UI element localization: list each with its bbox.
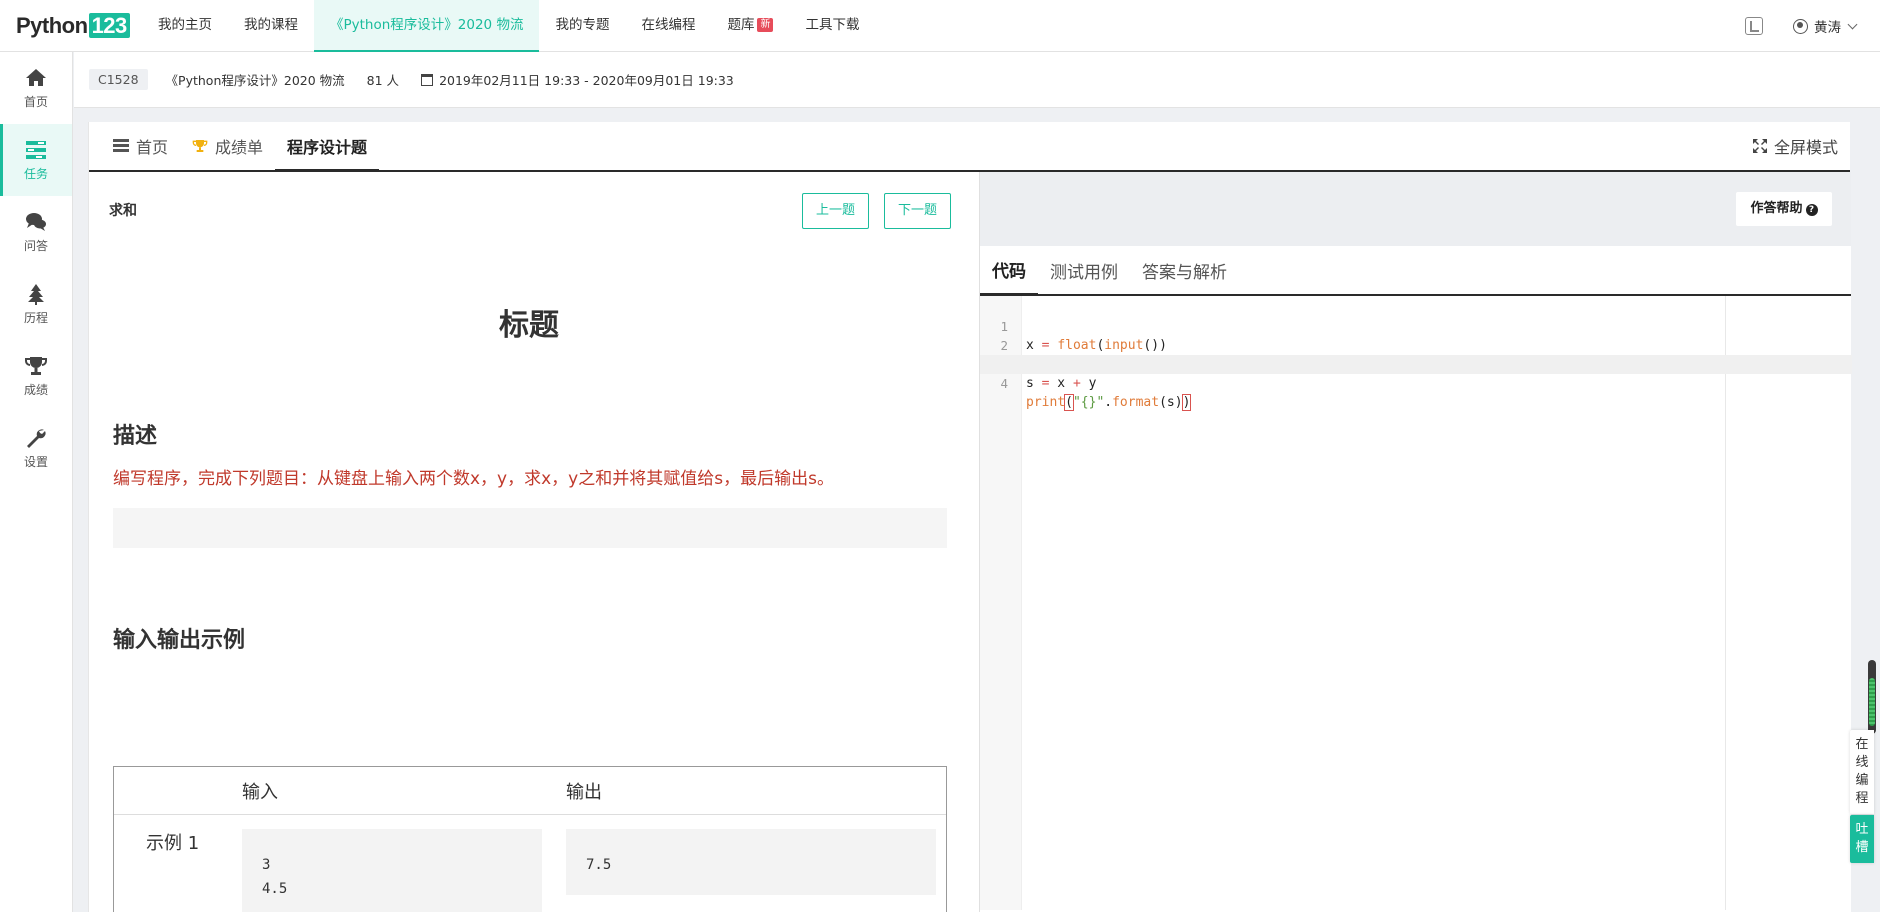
code-line: 2 y = float(input()): [980, 317, 1852, 372]
tab-code[interactable]: 代码: [980, 246, 1038, 296]
answer-help-label: 作答帮助: [1750, 201, 1803, 216]
nav-links: 我的主页 我的课程 《Python程序设计》2020 物流 我的专题 在线编程 …: [142, 0, 875, 52]
description-heading: 描述: [113, 424, 158, 449]
top-navbar: Python 123 我的主页 我的课程 《Python程序设计》2020 物流 …: [0, 0, 1880, 52]
nav-question-bank[interactable]: 题库新: [711, 0, 789, 52]
expand-icon: [1752, 139, 1767, 153]
nav-my-courses[interactable]: 我的课程: [228, 0, 314, 52]
example-input: 3 4.5: [242, 829, 542, 912]
course-date-range: 2019年02月11日 19:33 - 2020年09月01日 19:33: [439, 73, 734, 88]
code-editor[interactable]: 1 x = float(input()) 2 y = float(input()…: [980, 296, 1852, 910]
sidebar-item-tasks[interactable]: 任务: [0, 124, 72, 196]
comments-icon: [26, 213, 46, 231]
prev-question-button[interactable]: 上一题: [802, 193, 869, 229]
description-box: [113, 508, 947, 548]
user-icon: [1793, 18, 1808, 34]
print-margin: [1725, 296, 1726, 910]
wrench-icon: [27, 429, 46, 448]
sidebar-label: 成绩: [23, 383, 48, 397]
course-name: 《Python程序设计》2020 物流: [165, 73, 345, 88]
question-short-title: 求和: [109, 203, 137, 219]
example-label: 示例 1: [146, 833, 200, 854]
tab-home-label: 首页: [136, 138, 169, 157]
trophy-icon: [25, 357, 47, 375]
io-col-input: 输入: [242, 782, 278, 803]
sidebar-label: 首页: [23, 95, 48, 109]
code-tabs: 代码 测试用例 答案与解析: [980, 246, 1851, 296]
sidebar-label: 任务: [23, 167, 48, 181]
fullscreen-button[interactable]: 全屏模式: [1752, 122, 1838, 170]
mobile-app-icon[interactable]: [1745, 17, 1763, 35]
course-info-bar: C1528 《Python程序设计》2020 物流 81 人 2019年02月1…: [74, 52, 1880, 108]
next-question-button[interactable]: 下一题: [884, 193, 951, 229]
sidebar-label: 历程: [23, 311, 48, 325]
io-example-heading: 输入输出示例: [113, 628, 246, 653]
code-text: print("{}".format(s)): [1026, 394, 1192, 411]
calendar-icon: [421, 74, 434, 86]
sidebar-item-home[interactable]: 首页: [0, 52, 72, 124]
main-panel: 首页 成绩单 程序设计题 全屏模式 求和 上一题 下一题 标题 描述 编写程序，…: [88, 122, 1852, 912]
trophy-icon: [192, 140, 208, 152]
nav-my-topics[interactable]: 我的专题: [539, 0, 625, 52]
sidebar-label: 设置: [23, 455, 48, 469]
online-coding-float-button[interactable]: 在 线 编 程: [1850, 730, 1874, 814]
code-line-active: 4 print("{}".format(s)): [980, 355, 1852, 411]
tab-programming[interactable]: 程序设计题: [275, 122, 380, 172]
example-output: 7.5: [566, 829, 936, 895]
answer-help-button[interactable]: 作答帮助?: [1736, 192, 1832, 226]
sidebar: 首页 任务 问答 历程 成绩 设置: [0, 52, 73, 912]
page-scrollbar[interactable]: [1868, 660, 1876, 734]
io-table-header: 输入 输出: [114, 767, 946, 815]
new-badge: 新: [757, 18, 774, 32]
nav-right: 黄涛: [1745, 0, 1858, 52]
question-circle-icon: ?: [1805, 204, 1818, 216]
sidebar-item-grades[interactable]: 成绩: [0, 340, 72, 412]
sidebar-item-qa[interactable]: 问答: [0, 196, 72, 268]
fullscreen-label: 全屏模式: [1773, 138, 1838, 157]
question-heading: 标题: [499, 308, 559, 343]
complaint-float-button[interactable]: 吐 槽: [1850, 815, 1874, 863]
course-dates: 2019年02月11日 19:33 - 2020年09月01日 19:33: [421, 70, 734, 89]
panel-tabs: 首页 成绩单 程序设计题 全屏模式: [89, 122, 1850, 172]
tree-icon: [28, 284, 44, 305]
code-pane: 作答帮助? 代码 测试用例 答案与解析 1 x = float(input())…: [979, 172, 1852, 912]
nav-online-coding[interactable]: 在线编程: [625, 0, 711, 52]
tab-answer-analysis[interactable]: 答案与解析: [1130, 246, 1239, 294]
nav-my-home[interactable]: 我的主页: [142, 0, 228, 52]
tab-test-cases[interactable]: 测试用例: [1038, 246, 1130, 294]
code-line: 1 x = float(input()): [980, 298, 1852, 353]
line-number: 4: [1000, 376, 1008, 391]
sidebar-label: 问答: [23, 239, 48, 253]
tasks-icon: [26, 141, 46, 159]
io-col-output: 输出: [566, 782, 602, 803]
tab-grades[interactable]: 成绩单: [180, 122, 275, 170]
sidebar-item-history[interactable]: 历程: [0, 268, 72, 340]
course-id: C1528: [89, 69, 148, 90]
question-pane: 求和 上一题 下一题 标题 描述 编写程序，完成下列题目：从键盘上输入两个数x，…: [89, 172, 979, 912]
home-icon: [26, 69, 46, 86]
tab-home[interactable]: 首页: [101, 122, 180, 170]
description-text: 编写程序，完成下列题目：从键盘上输入两个数x，y，求x，y之和并将其赋值给s，最…: [113, 469, 834, 489]
nav-current-course[interactable]: 《Python程序设计》2020 物流: [314, 0, 540, 52]
nav-question-bank-label: 题库: [727, 17, 755, 33]
sidebar-item-settings[interactable]: 设置: [0, 412, 72, 484]
chevron-down-icon[interactable]: [1847, 19, 1858, 29]
code-line: 3 s = x + y: [980, 336, 1852, 391]
student-count: 81 人: [366, 73, 400, 88]
list-icon: [113, 139, 129, 152]
logo[interactable]: Python 123: [16, 13, 130, 39]
io-example-table: 输入 输出 示例 1 3 4.5 7.5: [113, 766, 947, 912]
code-pane-header: 作答帮助?: [980, 172, 1851, 246]
nav-tool-download[interactable]: 工具下载: [789, 0, 875, 52]
user-name[interactable]: 黄涛: [1814, 16, 1841, 36]
tab-grades-label: 成绩单: [215, 138, 264, 157]
